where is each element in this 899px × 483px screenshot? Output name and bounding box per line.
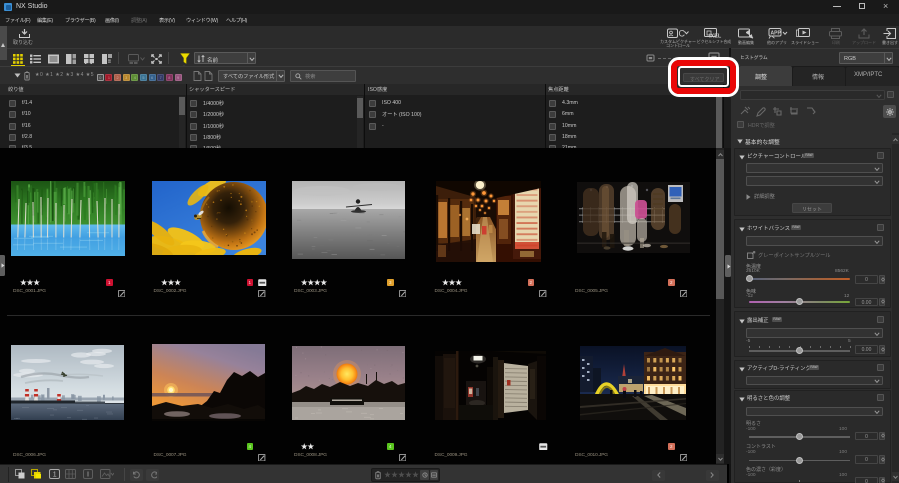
svg-text:1: 1 xyxy=(53,472,57,479)
